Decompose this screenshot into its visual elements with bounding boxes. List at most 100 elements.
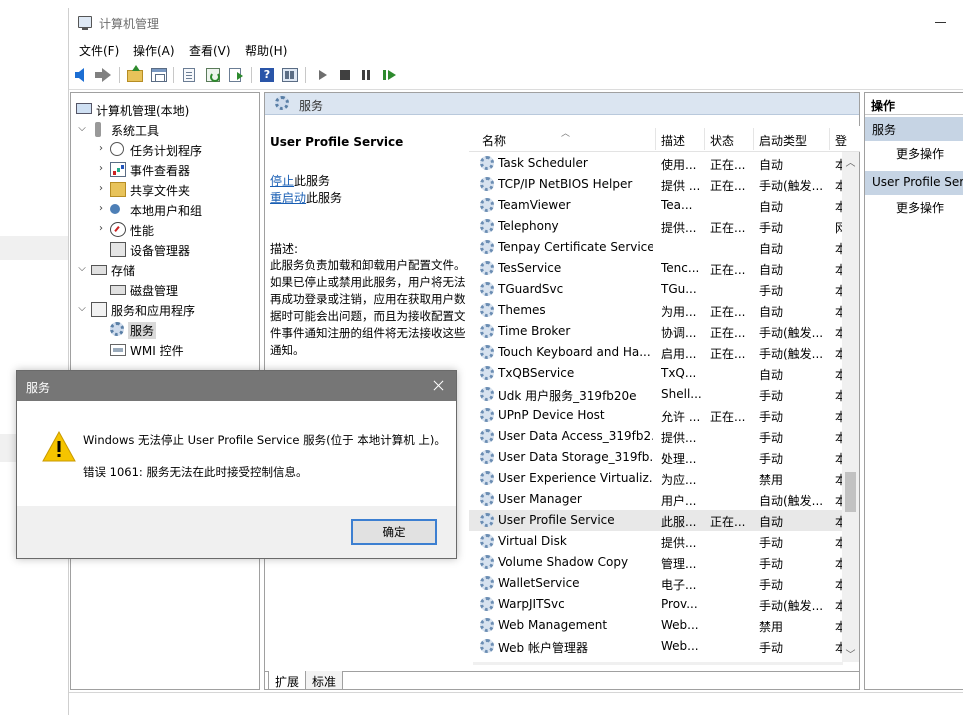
table-row[interactable]: Virtual Disk 提供... 手动本 [469, 531, 845, 552]
column-separator[interactable] [704, 128, 705, 150]
table-row[interactable]: User Data Access_319fb2... 提供... 手动本 [469, 426, 845, 447]
actions-section-services[interactable]: 服务 [865, 117, 963, 141]
scroll-down-icon[interactable]: ﹀ [842, 646, 859, 661]
refresh-button[interactable] [204, 66, 222, 84]
tools-icon [95, 122, 101, 137]
table-row[interactable]: User Data Storage_319fb... 处理... 手动本 [469, 447, 845, 468]
service-name-cell: TesService [498, 261, 562, 275]
event-log-icon [110, 162, 126, 177]
minimize-button[interactable] [935, 8, 963, 38]
table-row[interactable]: TesService Tenc... 正在... 自动本 [469, 258, 845, 279]
expand-icon[interactable]: › [96, 144, 106, 154]
scroll-right-icon[interactable]: › [825, 663, 829, 665]
export-list-button[interactable] [227, 66, 245, 84]
up-one-level-button[interactable] [126, 65, 144, 84]
column-startup-type[interactable]: 启动类型 [759, 132, 807, 149]
actions-section-service[interactable]: User Profile Service [865, 171, 963, 195]
table-row[interactable]: Telephony 提供... 正在... 手动网 [469, 216, 845, 237]
table-row[interactable]: Time Broker 协调... 正在... 手动(触发... 本 [469, 321, 845, 342]
column-separator[interactable] [655, 128, 656, 150]
table-row[interactable]: User Experience Virtualiz... 为应... 禁用本 [469, 468, 845, 489]
more-actions-link[interactable]: 更多操作 [896, 199, 944, 216]
gear-icon [480, 366, 494, 380]
refresh-icon [206, 68, 220, 82]
table-row[interactable]: User Manager 用户... 自动(触发... 本 [469, 489, 845, 510]
table-row[interactable]: Web 帐户管理器 Web... 手动本 [469, 636, 845, 657]
menu-view[interactable]: 查看(V) [189, 42, 231, 59]
collapse-icon[interactable]: ⌵ [77, 264, 87, 274]
description-label: 描述: [270, 242, 299, 256]
table-row[interactable]: Volume Shadow Copy 管理... 手动本 [469, 552, 845, 573]
table-row[interactable]: Tenpay Certificate Service 自动本 [469, 237, 845, 258]
tab-extended[interactable]: 扩展 [268, 671, 307, 690]
table-row[interactable]: Web Management Web... 禁用本 [469, 615, 845, 636]
restart-service-link[interactable]: 重启动 [270, 191, 306, 205]
collapse-icon[interactable]: ⌵ [77, 304, 87, 314]
table-row[interactable]: User Profile Service 此服... 正在... 自动本 [469, 510, 845, 531]
column-description[interactable]: 描述 [661, 132, 685, 149]
pane-header: 服务 [265, 93, 859, 115]
storage-icon [91, 265, 107, 275]
stop-service-link[interactable]: 停止 [270, 174, 294, 188]
table-row[interactable]: TxQBService TxQ... 自动本 [469, 363, 845, 384]
menu-action[interactable]: 操作(A) [133, 42, 175, 59]
forward-button[interactable] [95, 66, 113, 84]
vertical-scrollbar[interactable]: ︿ ﹀ [842, 152, 859, 662]
column-name[interactable]: 名称 [482, 132, 506, 149]
help-button[interactable] [258, 66, 276, 84]
gear-icon [480, 429, 494, 443]
title-bar: 计算机管理 [69, 8, 963, 38]
scroll-left-icon[interactable]: ‹ [475, 663, 479, 665]
properties-icon [183, 68, 195, 82]
table-row[interactable]: TeamViewer Tea... 自动本 [469, 195, 845, 216]
table-row[interactable]: Themes 为用... 正在... 自动本 [469, 300, 845, 321]
close-icon[interactable] [427, 375, 449, 397]
stop-icon [340, 70, 350, 80]
column-separator[interactable] [829, 128, 830, 150]
scroll-up-icon[interactable]: ︿ [842, 154, 859, 169]
service-startup-cell: 手动 [759, 536, 784, 550]
scroll-thumb[interactable] [845, 472, 856, 512]
expand-icon[interactable]: › [96, 204, 106, 214]
table-row[interactable]: TCP/IP NetBIOS Helper 提供 ... 正在... 手动(触发...… [469, 174, 845, 195]
toolbar-separator [173, 67, 174, 83]
properties-button[interactable] [180, 66, 198, 84]
table-row[interactable]: TGuardSvc TGu... 手动本 [469, 279, 845, 300]
menu-help[interactable]: 帮助(H) [245, 42, 287, 59]
back-button[interactable] [73, 66, 91, 84]
view-button[interactable] [281, 66, 299, 84]
gear-icon [480, 156, 494, 170]
service-startup-cell: 禁用 [759, 473, 784, 487]
table-row[interactable]: UPnP Device Host 允许 ... 正在... 手动本 [469, 405, 845, 426]
stop-service-button[interactable] [336, 66, 354, 84]
start-service-button[interactable] [314, 66, 332, 84]
column-separator[interactable] [753, 128, 754, 150]
table-row[interactable]: WarpJITSvc Prov... 手动(触发... 本 [469, 594, 845, 615]
service-desc-cell: 提供 ... [661, 179, 701, 193]
tree-label: 存储 [111, 264, 136, 278]
table-row[interactable]: WalletService 电子... 手动本 [469, 573, 845, 594]
table-row[interactable]: Touch Keyboard and Ha... 启用... 正在... 手动(触发.… [469, 342, 845, 363]
service-status-cell: 正在... [710, 263, 746, 277]
pause-service-button[interactable] [358, 66, 376, 84]
tab-standard[interactable]: 标准 [305, 671, 344, 690]
more-actions-link[interactable]: 更多操作 [896, 145, 944, 162]
ok-button[interactable]: 确定 [351, 519, 437, 545]
restart-service-button[interactable] [381, 66, 399, 84]
show-hide-tree-button[interactable] [150, 66, 168, 84]
service-name-cell: Themes [498, 303, 546, 317]
column-status[interactable]: 状态 [710, 132, 734, 149]
services-apps-icon [91, 302, 107, 317]
table-row[interactable]: Udk 用户服务_319fb20e Shell... 手动本 [469, 384, 845, 405]
menu-file[interactable]: 文件(F) [79, 42, 119, 59]
restart-icon [383, 70, 396, 80]
expand-icon[interactable]: › [96, 184, 106, 194]
expand-icon[interactable]: › [96, 164, 106, 174]
gear-icon [480, 555, 494, 569]
gear-icon [480, 177, 494, 191]
column-logon[interactable]: 登 [835, 132, 847, 149]
collapse-icon[interactable]: ⌵ [77, 124, 87, 134]
expand-icon[interactable]: › [96, 224, 106, 234]
table-row[interactable]: Task Scheduler 使用... 正在... 自动本 [469, 153, 845, 174]
horizontal-scrollbar[interactable]: ‹ › [473, 662, 843, 665]
